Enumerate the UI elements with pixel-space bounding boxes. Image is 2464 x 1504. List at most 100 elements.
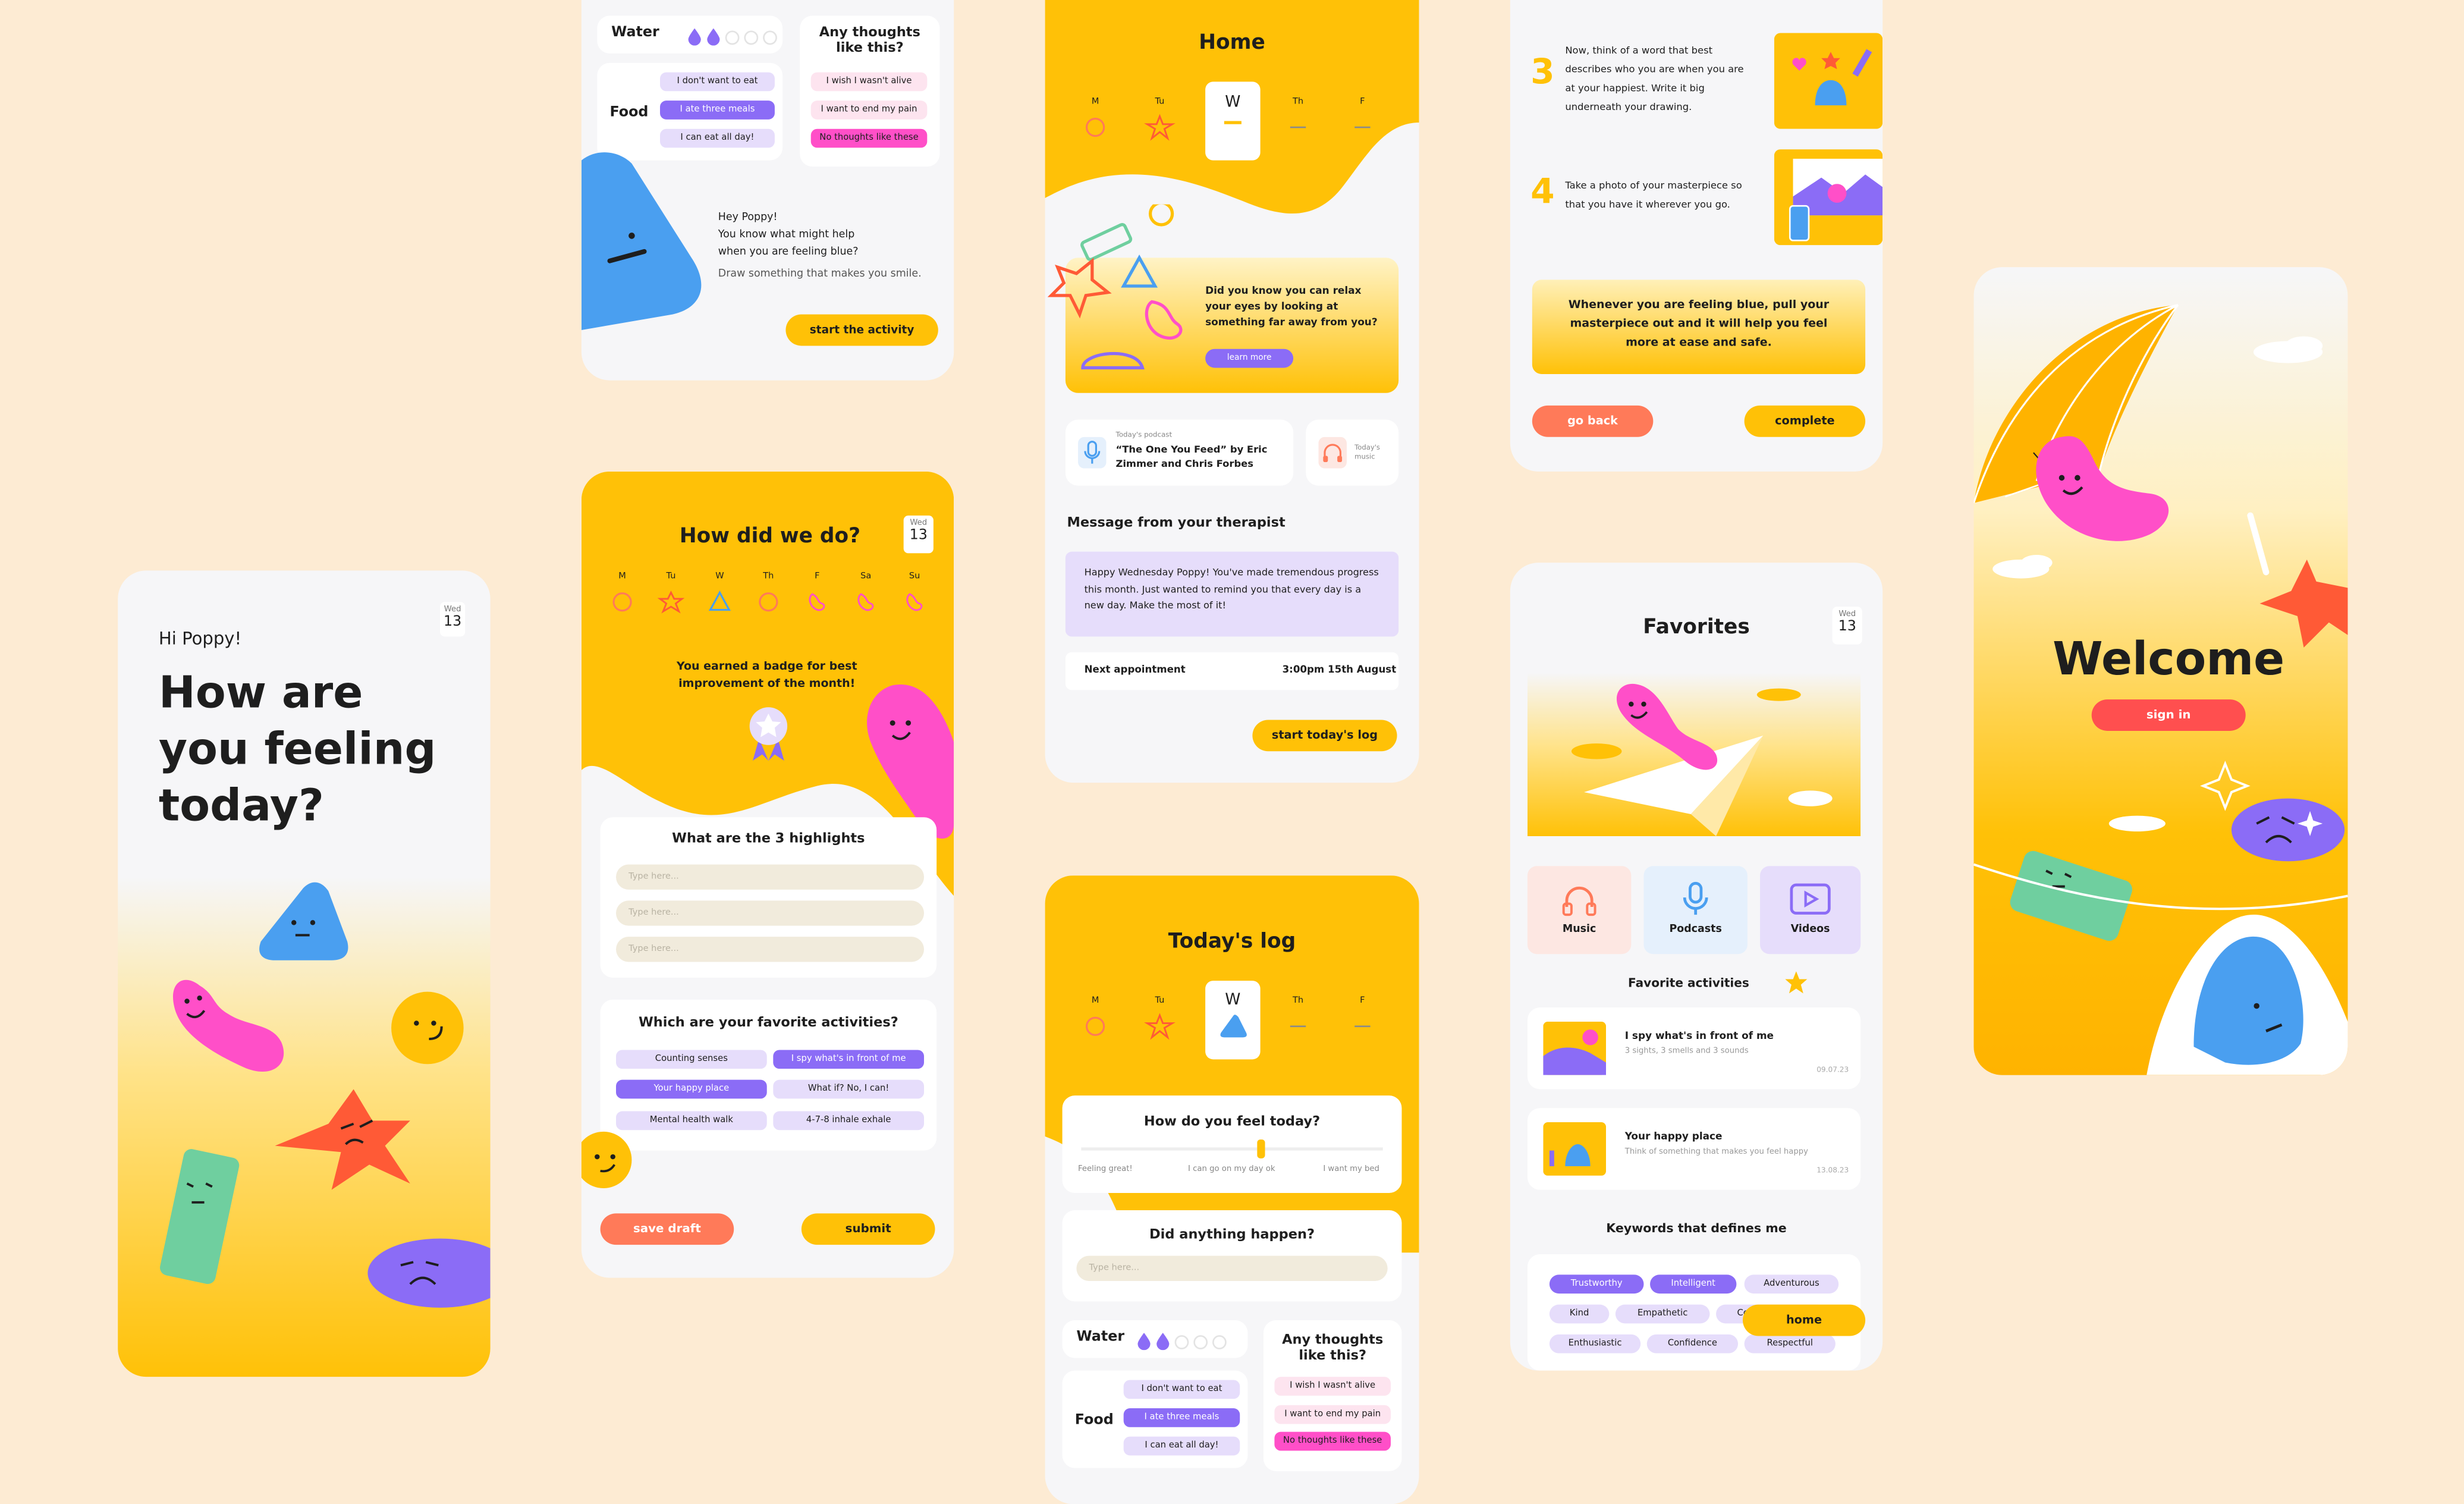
keywords-title: Keywords that defines me xyxy=(1606,1221,1787,1236)
thoughts-card: Any thoughts like this? I wish I wasn't … xyxy=(1263,1320,1402,1471)
weekday-label: Tu xyxy=(1155,97,1165,107)
food-card: Food I don't want to eat I ate three mea… xyxy=(1062,1370,1248,1468)
highlight-input[interactable]: Type here... xyxy=(616,937,925,962)
thoughts-title: Any thoughts like this? xyxy=(1282,1333,1384,1365)
weekday-label: W xyxy=(715,572,724,582)
weekday-label: Th xyxy=(1292,97,1304,107)
thought-option-selected[interactable]: No thoughts like these xyxy=(810,128,928,148)
start-log-button[interactable]: start today's log xyxy=(1252,720,1397,752)
category-videos[interactable]: Videos xyxy=(1760,866,1861,954)
mood-slider-thumb[interactable] xyxy=(1257,1139,1265,1158)
date-number: 13 xyxy=(909,528,928,544)
log-title: Today's log xyxy=(1168,930,1296,954)
keyword-chip[interactable]: Confidence xyxy=(1646,1334,1739,1354)
activity-chip-selected[interactable]: I spy what's in front of me xyxy=(773,1050,925,1069)
food-option[interactable]: I don't want to eat xyxy=(1123,1380,1240,1399)
water-card: Water xyxy=(1062,1320,1248,1358)
activity-line1: Hey Poppy! xyxy=(718,211,778,224)
week-row: M Tu W Th F xyxy=(1073,81,1388,167)
welcome-title: Welcome xyxy=(2053,632,2285,686)
thought-option[interactable]: I want to end my pain xyxy=(810,101,928,120)
food-label: Food xyxy=(1074,1412,1114,1429)
greeting: Hi Poppy! xyxy=(158,629,242,649)
home-button[interactable]: home xyxy=(1742,1304,1866,1336)
complete-button[interactable]: complete xyxy=(1744,405,1866,437)
thought-option-selected[interactable]: No thoughts like these xyxy=(1274,1431,1391,1451)
review-title: How did we do? xyxy=(679,525,861,549)
start-activity-button[interactable]: start the activity xyxy=(785,314,938,346)
step3-number: 3 xyxy=(1530,53,1555,93)
mood-characters xyxy=(160,882,491,1308)
food-option[interactable]: I don't want to eat xyxy=(660,72,775,92)
play-icon xyxy=(1790,883,1831,915)
favorites-screen: Favorites Wed 13 Music Podcasts Videos F… xyxy=(1510,563,1883,1371)
step4-text: Take a photo of your masterpiece so that… xyxy=(1565,180,1742,211)
water-drops[interactable] xyxy=(1134,1332,1232,1351)
activity-line3: when you are feeling blue? xyxy=(718,245,859,258)
favorite-item[interactable]: I spy what's in front of me 3 sights, 3 … xyxy=(1527,1007,1861,1089)
keyword-chip-selected[interactable]: Trustworthy xyxy=(1549,1274,1644,1294)
highlights-title: What are the 3 highlights xyxy=(672,831,865,847)
save-draft-button[interactable]: save draft xyxy=(600,1213,734,1245)
week-row: M Tu W Th F xyxy=(1073,981,1388,1066)
favorite-item-subtitle: 3 sights, 3 smells and 3 sounds xyxy=(1624,1047,1749,1057)
favorites-hero-illustration xyxy=(1527,673,1861,837)
steps-screen: 3 Now, think of a word that best describ… xyxy=(1510,0,1883,472)
highlight-input[interactable]: Type here... xyxy=(616,864,925,890)
activity-screen: Water Food I don't want to eat I ate thr… xyxy=(581,0,954,381)
activity-chip[interactable]: Mental health walk xyxy=(616,1111,767,1131)
weekday-label: M xyxy=(1091,97,1099,107)
food-option-selected[interactable]: I ate three meals xyxy=(1123,1408,1240,1427)
microphone-icon xyxy=(1078,437,1107,469)
weekday-label: F xyxy=(1360,97,1365,107)
thought-option[interactable]: I wish I wasn't alive xyxy=(810,72,928,92)
sign-in-button[interactable]: sign in xyxy=(2091,699,2246,731)
rectangle-character xyxy=(160,1149,240,1285)
happen-title: Did anything happen? xyxy=(1149,1227,1315,1244)
food-option[interactable]: I can eat all day! xyxy=(1123,1436,1240,1456)
music-card[interactable]: Today's music xyxy=(1306,419,1399,486)
weekday-label: Th xyxy=(763,572,774,582)
highlight-input[interactable]: Type here... xyxy=(616,900,925,926)
food-option[interactable]: I can eat all day! xyxy=(660,128,775,148)
food-option-selected[interactable]: I ate three meals xyxy=(660,101,775,120)
podcast-title: “The One You Feed” by Eric Zimmer and Ch… xyxy=(1115,444,1268,469)
keyword-chip-selected[interactable]: Intelligent xyxy=(1650,1274,1737,1294)
date-day: Wed xyxy=(444,605,461,615)
activity-chip[interactable]: Counting senses xyxy=(616,1050,767,1069)
date-day: Wed xyxy=(1838,610,1856,620)
music-caption: Today's music xyxy=(1354,444,1381,463)
date-badge: Wed 13 xyxy=(440,602,466,637)
keyword-chip[interactable]: Adventurous xyxy=(1744,1274,1839,1294)
category-podcasts[interactable]: Podcasts xyxy=(1643,866,1748,954)
podcast-card[interactable]: Today's podcast “The One You Feed” by Er… xyxy=(1065,419,1294,486)
submit-button[interactable]: submit xyxy=(801,1213,935,1245)
badge-text: You earned a badge for best improvement … xyxy=(676,658,857,690)
category-music[interactable]: Music xyxy=(1527,866,1632,954)
star-icon xyxy=(1785,971,1808,994)
keyword-chip[interactable]: Kind xyxy=(1549,1304,1610,1324)
photo-illustration xyxy=(1774,149,1883,246)
selected-day-label: W xyxy=(1225,991,1241,1009)
headphones-icon xyxy=(1318,437,1347,469)
keyword-chip[interactable]: Respectful xyxy=(1744,1334,1836,1354)
go-back-button[interactable]: go back xyxy=(1532,405,1654,437)
activity-chip[interactable]: What if? No, I can! xyxy=(773,1079,925,1099)
blob-character xyxy=(367,1238,491,1308)
activity-chip[interactable]: 4-7-8 inhale exhale xyxy=(773,1111,925,1131)
step4-number: 4 xyxy=(1530,172,1555,212)
mood-slider-track[interactable] xyxy=(1081,1147,1383,1151)
water-drops[interactable] xyxy=(685,27,782,46)
learn-more-button[interactable]: learn more xyxy=(1205,348,1294,368)
thoughts-title: Any thoughts like this? xyxy=(819,25,920,57)
activity-thumbnail xyxy=(1543,1021,1607,1075)
thought-option[interactable]: I wish I wasn't alive xyxy=(1274,1377,1391,1396)
favorite-item[interactable]: Your happy place Think of something that… xyxy=(1527,1108,1861,1190)
activity-chip-selected[interactable]: Your happy place xyxy=(616,1079,767,1099)
thought-option[interactable]: I want to end my pain xyxy=(1274,1405,1391,1424)
keyword-chip[interactable]: Empathetic xyxy=(1615,1304,1710,1324)
medal-icon xyxy=(749,707,788,761)
water-label: Water xyxy=(611,25,659,41)
happen-input[interactable]: Type here... xyxy=(1076,1255,1388,1281)
keyword-chip[interactable]: Enthusiastic xyxy=(1549,1334,1641,1354)
